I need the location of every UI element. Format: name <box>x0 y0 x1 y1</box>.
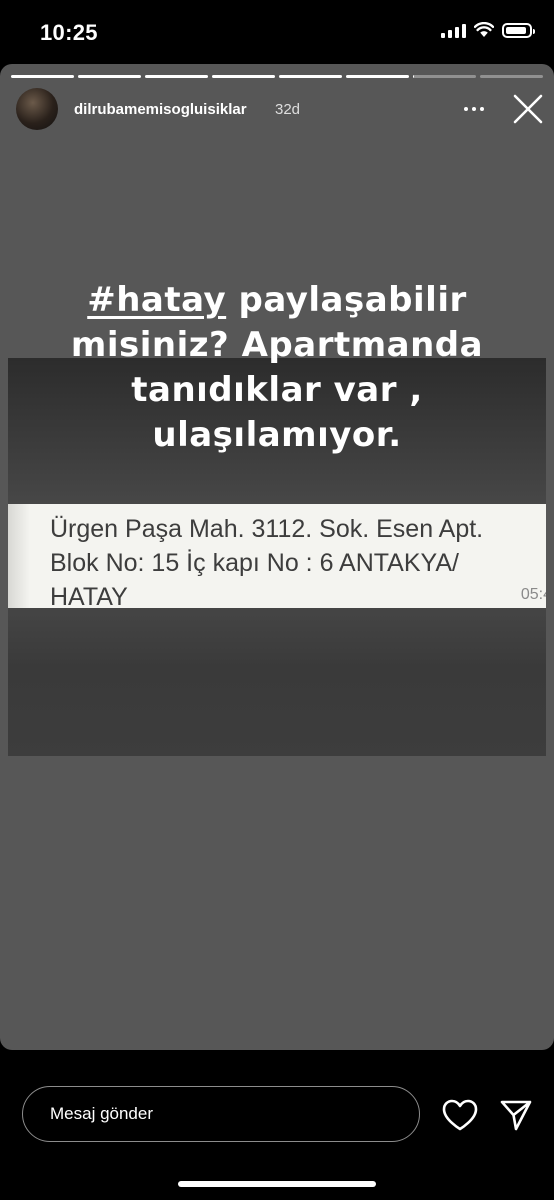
story-progress-fill <box>413 75 415 78</box>
story-progress-segment <box>11 75 74 78</box>
story-progress-fill <box>145 75 208 78</box>
caption-text: paylaşabilir <box>226 280 467 320</box>
hashtag-link[interactable]: #hatay <box>87 280 226 320</box>
heart-icon[interactable] <box>441 1098 479 1132</box>
more-dot-icon <box>472 107 476 111</box>
story-caption: #hatay paylaşabilir misiniz? Apartmanda … <box>0 278 554 458</box>
photo-dark-area <box>8 608 546 756</box>
story-progress-segment <box>413 75 476 78</box>
close-icon[interactable] <box>508 89 548 129</box>
reply-bar <box>0 1050 554 1200</box>
chat-message-bubble: Ürgen Paşa Mah. 3112. Sok. Esen Apt. Blo… <box>8 504 546 611</box>
story-progress-segment <box>279 75 342 78</box>
cellular-signal-icon <box>441 22 466 38</box>
caption-line-3: tanıdıklar var , <box>131 370 423 410</box>
more-dot-icon <box>464 107 468 111</box>
story-progress-fill <box>212 75 275 78</box>
message-input[interactable] <box>22 1086 420 1142</box>
story-progress-fill <box>78 75 141 78</box>
story-progress-fill <box>346 75 409 78</box>
more-dot-icon <box>480 107 484 111</box>
status-icons <box>441 22 535 38</box>
caption-line-4: ulaşılamıyor. <box>152 415 402 455</box>
status-bar: 10:25 <box>0 0 554 64</box>
story-progress-segment <box>480 75 543 78</box>
story-header: dilrubamemisogluisiklar 32d <box>0 86 554 136</box>
battery-icon <box>502 22 535 38</box>
status-time: 10:25 <box>40 20 98 45</box>
story-viewer[interactable]: dilrubamemisogluisiklar 32d Ürgen Paşa M… <box>0 64 554 1050</box>
story-progress-fill <box>11 75 74 78</box>
story-progress <box>11 75 543 78</box>
chat-message-time: 05:4 <box>520 586 546 603</box>
chat-message-text: Ürgen Paşa Mah. 3112. Sok. Esen Apt. Blo… <box>50 515 484 611</box>
story-progress-segment <box>145 75 208 78</box>
send-icon[interactable] <box>499 1098 533 1132</box>
story-progress-fill <box>279 75 342 78</box>
story-progress-segment <box>346 75 409 78</box>
more-options-button[interactable] <box>456 96 492 122</box>
story-time-ago: 32d <box>275 101 301 118</box>
avatar[interactable] <box>16 88 58 130</box>
story-progress-segment <box>212 75 275 78</box>
home-indicator <box>178 1181 376 1187</box>
story-progress-segment <box>78 75 141 78</box>
story-username[interactable]: dilrubamemisogluisiklar <box>74 101 247 118</box>
wifi-icon <box>474 22 494 37</box>
caption-line-2: misiniz? Apartmanda <box>70 325 484 365</box>
caption-line-1: #hatay paylaşabilir <box>0 278 554 323</box>
